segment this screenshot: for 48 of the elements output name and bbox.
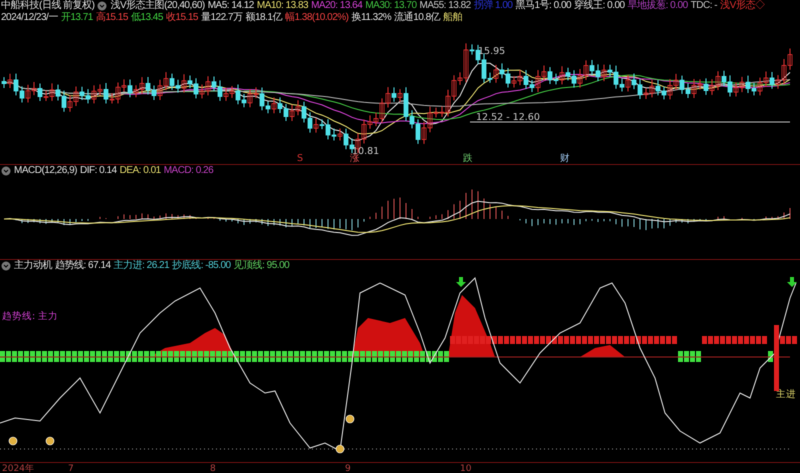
price-label: 12.52 - 12.60 xyxy=(476,112,540,123)
indicator-value: MA5: 14.12 xyxy=(208,0,254,12)
indicator-value: 见顶线: 95.00 xyxy=(234,260,290,272)
panel-title: 主力动机 xyxy=(14,260,52,272)
quote-value: 高15.15 xyxy=(96,12,128,24)
axis-label: 9 xyxy=(345,462,351,473)
panel-title: MACD(12,26,9) xyxy=(14,165,77,178)
indicator-value: 主力进: 26.21 xyxy=(114,260,170,272)
quote-value: 幅1.38(10.02%) xyxy=(284,12,348,24)
down-arrow-icon xyxy=(787,276,797,286)
signal-label: 财 xyxy=(560,153,570,164)
indicator-value: MA20: 13.64 xyxy=(311,0,362,12)
down-arrow-icon xyxy=(456,276,466,286)
indicator-value: 拐弹 1.00 xyxy=(474,0,512,12)
axis-label: 8 xyxy=(210,462,216,473)
indicator-value: DEA: 0.01 xyxy=(120,165,161,178)
indicator-value: 浅V形态◇ xyxy=(720,0,764,12)
indicator-value: MA55: 13.82 xyxy=(420,0,471,12)
axis-label: 2024年 xyxy=(2,462,34,473)
indicator-value: 抄底线: -85.00 xyxy=(172,260,231,272)
indicator-value: 黑马1号: 0.00 xyxy=(516,0,572,12)
signal-label: S xyxy=(296,153,304,164)
axis-label: 10 xyxy=(460,462,472,473)
quote-value: 流通10.8亿 xyxy=(394,12,440,24)
quote-value: 量122.7万 xyxy=(200,12,242,24)
indicator-value: 旱地拔葱: 0.00 xyxy=(628,0,688,12)
quote-value: 2024/12/23/一 xyxy=(1,12,58,24)
indicator-value: TDC: - xyxy=(690,0,718,12)
signal-bar xyxy=(774,324,779,390)
quote-value: 低13.45 xyxy=(130,12,163,24)
indicator-value: DIF: 0.14 xyxy=(80,165,117,178)
indicator-value: MA30: 13.70 xyxy=(365,0,417,12)
stock-title: 中船科技(日线 前复权) xyxy=(1,0,94,12)
chevron-down-icon[interactable] xyxy=(1,261,11,272)
quote-value: 换11.32% xyxy=(352,12,392,24)
chevron-down-icon[interactable] xyxy=(97,1,108,11)
indicator-value: MA10: 13.83 xyxy=(256,0,308,12)
indicator-value: 趋势线: 67.14 xyxy=(55,260,111,272)
quote-value: 额18.1亿 xyxy=(245,12,282,24)
signal-label: 主进 xyxy=(776,388,796,400)
quote-value: 船舶 xyxy=(443,12,462,24)
indicator-value: MACD: 0.26 xyxy=(164,165,214,178)
axis-label: 7 xyxy=(68,462,74,473)
quote-value: 收15.15 xyxy=(166,12,198,24)
quote-value: 开13.71 xyxy=(60,12,93,24)
legend-label: 趋势线: 主力 xyxy=(2,310,58,322)
signal-label: 跌 xyxy=(463,153,473,164)
chevron-down-icon[interactable] xyxy=(1,166,11,176)
